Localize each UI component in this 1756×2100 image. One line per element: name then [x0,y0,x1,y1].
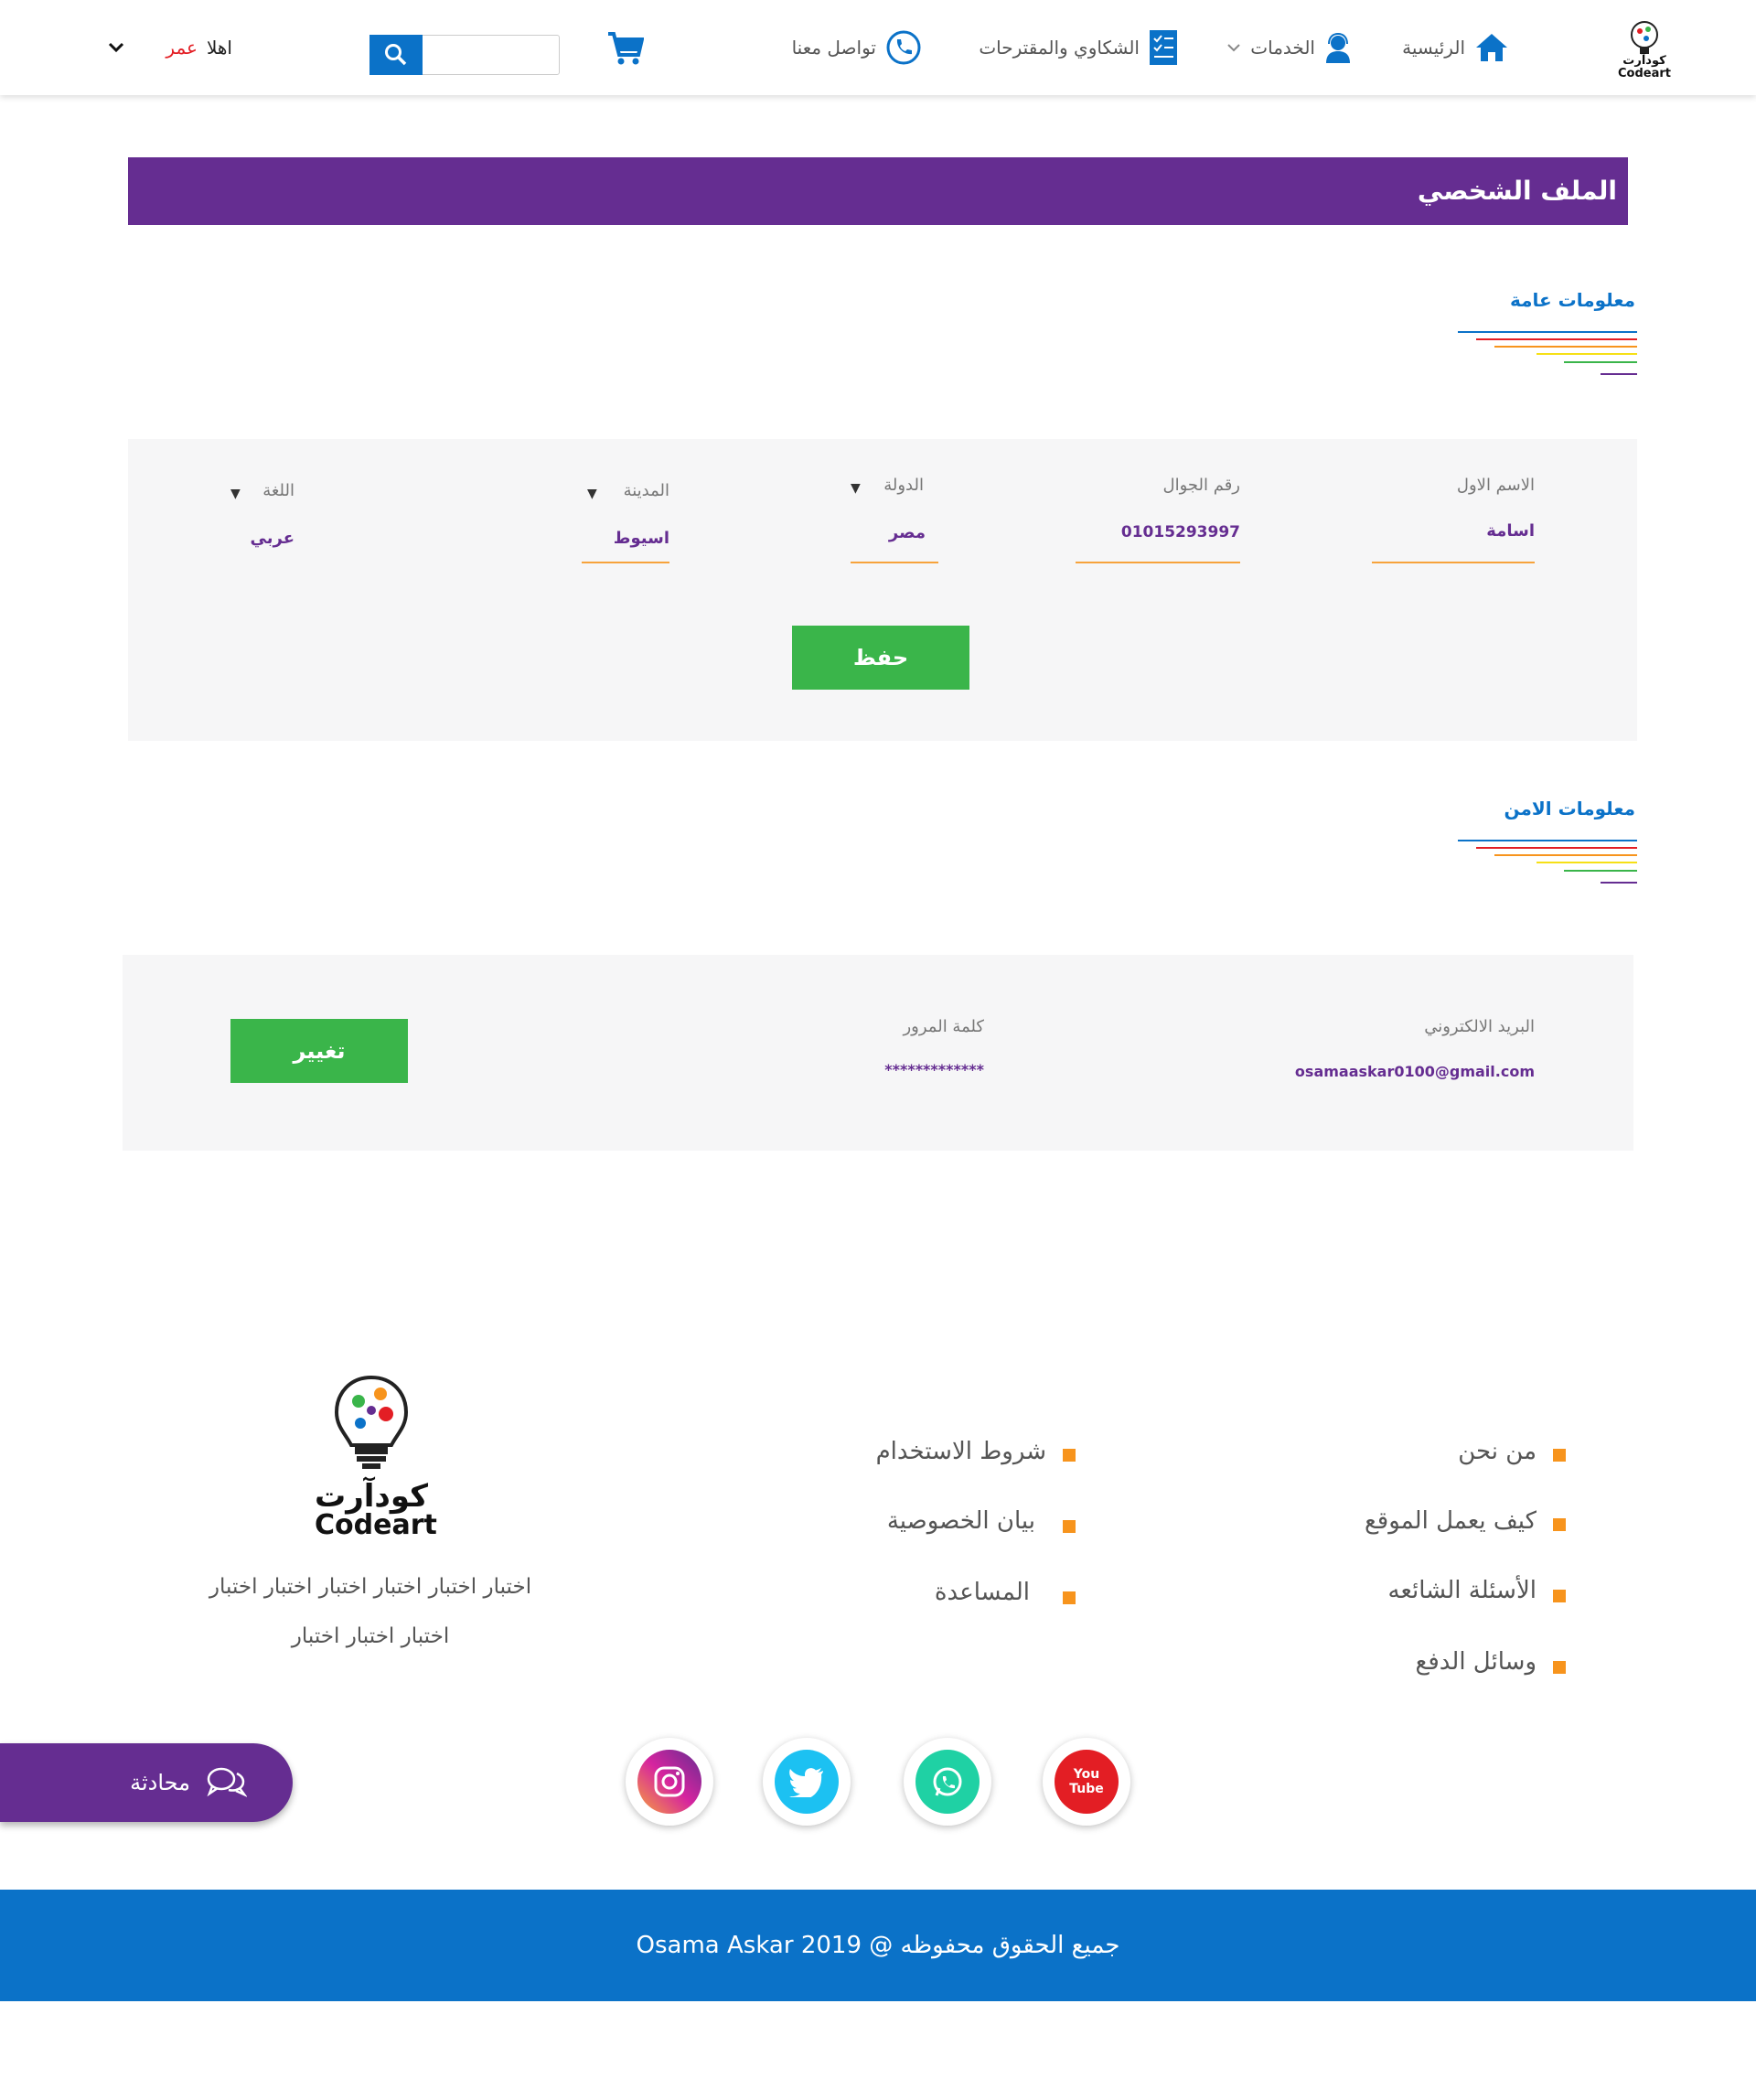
city-label: المدينة [623,481,669,500]
nav-complaints[interactable]: الشكاوي والمقترحات [958,24,1178,71]
footer-logo-ar: كودآرت [315,1478,428,1515]
chat-bubbles-icon [207,1767,247,1797]
nav-services-label: الخدمات [1250,37,1315,59]
first-name-field[interactable]: اسامة [1372,521,1535,541]
youtube-button[interactable]: You Tube [1043,1738,1130,1826]
copyright-text: جميع الحقوق محفوظه @ 2019 Osama Askar [636,1932,1120,1959]
search-button[interactable] [369,35,423,75]
nav-home-label: الرئيسية [1402,37,1465,59]
chat-button[interactable]: محادثة [0,1743,293,1822]
support-agent-icon [1326,32,1350,63]
country-select[interactable]: مصر [851,523,926,542]
lightbulb-logo-icon [334,1375,409,1469]
shopping-cart-icon [608,32,645,65]
user-name: عمر [166,37,198,59]
chat-label: محادثة [130,1770,190,1795]
bullet-icon [1553,1518,1566,1531]
footer-link-how-it-works[interactable]: كيف يعمل الموقع [1262,1507,1536,1535]
save-button[interactable]: حفظ [792,626,969,690]
instagram-button[interactable] [626,1738,713,1826]
twitter-button[interactable] [763,1738,851,1826]
city-underline [582,562,669,563]
logo-text-en: Codeart [1618,67,1671,80]
youtube-icon-text: You Tube [1069,1767,1104,1796]
footer-about-line2: اختبار اختبار اختبار [291,1624,450,1648]
city-select[interactable]: اسيوط [582,529,669,548]
chat-button-content: محادثة [64,1743,247,1822]
bullet-icon [1553,1590,1566,1602]
user-menu[interactable]: اهلا عمر [86,29,232,66]
language-select[interactable]: عربي [230,529,294,548]
copyright-bar: جميع الحقوق محفوظه @ 2019 Osama Askar [0,1890,1756,2001]
first-name-label: الاسم الاول [1456,476,1535,495]
phone-field[interactable]: 01015293997 [1076,523,1240,541]
site-logo[interactable]: كودآرت Codeart [1611,13,1677,84]
cart-button[interactable] [607,31,645,70]
bullet-icon [1553,1661,1566,1674]
search-icon [385,44,407,66]
phone-label: رقم الجوال [1162,476,1240,495]
country-label: الدولة [883,476,924,495]
email-value: osamaaskar0100@gmail.com [1294,1063,1535,1080]
chevron-down-icon: ▼ [851,481,861,496]
footer-logo-en: Codeart [315,1509,437,1541]
password-label: كلمة المرور [903,1017,984,1036]
chevron-down-icon: ▼ [230,487,241,501]
bullet-icon [1063,1591,1076,1604]
security-info-heading: معلومات الامن [1504,798,1635,820]
footer-link-payment[interactable]: وسائل الدفع [1262,1648,1536,1676]
twitter-icon [775,1750,839,1814]
chevron-down-icon [109,42,124,53]
nav-contact-label: تواصل معنا [791,37,876,59]
whatsapp-button[interactable] [904,1738,991,1826]
footer-link-about[interactable]: من نحن [1262,1438,1536,1465]
top-navbar: كودآرت Codeart الرئيسية الخدمات الشكاوي … [0,0,1756,95]
instagram-icon [637,1750,701,1814]
nav-contact[interactable]: تواصل معنا [776,24,922,71]
checklist-icon [1150,30,1177,65]
footer-link-faq[interactable]: الأسئلة الشائعه [1262,1577,1536,1604]
footer-link-terms[interactable]: شروط الاستخدام [823,1438,1046,1465]
page-title-bar: الملف الشخصي [128,157,1628,225]
nav-home[interactable]: الرئيسية [1390,24,1509,71]
greeting-text: اهلا [206,37,232,59]
country-underline [851,562,938,563]
youtube-icon: You Tube [1055,1750,1119,1814]
change-password-button[interactable]: تغيير [230,1019,408,1083]
first-name-underline [1372,562,1535,563]
chevron-down-icon [1227,44,1241,52]
footer-logo: كودآرت Codeart [315,1372,437,1542]
nav-complaints-label: الشكاوي والمقترحات [979,37,1140,59]
nav-services[interactable]: الخدمات [1215,24,1352,71]
bullet-icon [1553,1449,1566,1462]
bullet-icon [1063,1449,1076,1462]
home-icon [1476,34,1507,61]
chevron-down-icon: ▼ [587,487,597,501]
whatsapp-icon [915,1750,980,1814]
email-label: البريد الالكتروني [1424,1017,1535,1036]
footer-link-privacy[interactable]: بيان الخصوصية [823,1507,1035,1535]
password-value: ************* [884,1061,984,1078]
general-info-heading: معلومات عامة [1509,289,1635,311]
logo-text-ar: كودآرت [1622,54,1666,68]
page-title: الملف الشخصي [1417,176,1617,206]
footer-link-help[interactable]: المساعدة [823,1579,1030,1606]
phone-underline [1076,562,1240,563]
footer-about-line1: اختبار اختبار اختبار اختبار اختبار اختبا… [209,1575,532,1599]
bullet-icon [1063,1520,1076,1533]
phone-call-icon [886,30,921,65]
